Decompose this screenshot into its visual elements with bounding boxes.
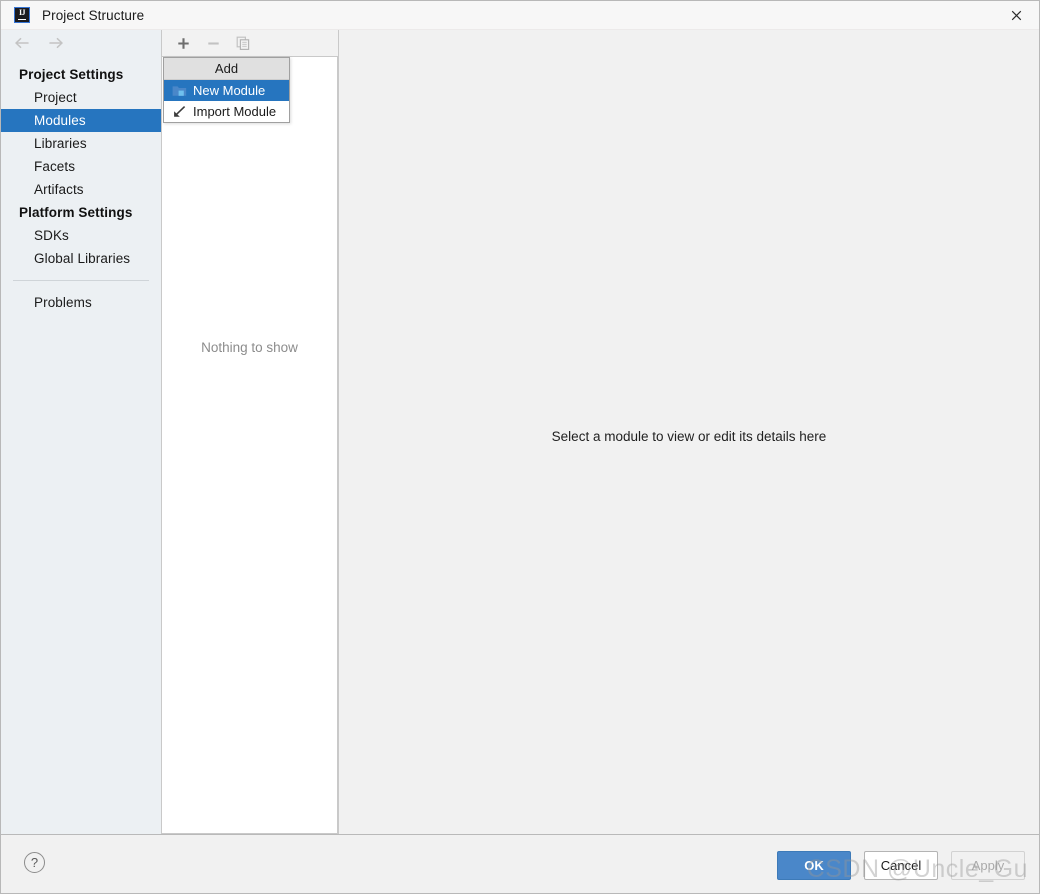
navigation-bar <box>1 30 161 56</box>
modules-list-panel[interactable]: Nothing to show <box>162 56 338 834</box>
minus-icon <box>205 35 222 52</box>
settings-sidebar: Project Settings Project Modules Librari… <box>1 30 162 834</box>
add-popup-menu: Add New Module Import Module <box>163 57 290 123</box>
sidebar-item-global-libraries[interactable]: Global Libraries <box>1 247 161 270</box>
window-title: Project Structure <box>42 7 145 23</box>
sidebar-group-platform-settings: Platform Settings <box>19 205 133 220</box>
sidebar-group-project-settings: Project Settings <box>19 67 124 82</box>
module-detail-panel: Select a module to view or edit its deta… <box>338 30 1039 834</box>
cancel-button[interactable]: Cancel <box>864 851 938 880</box>
sidebar-list: Project Settings Project Modules Librari… <box>1 63 161 314</box>
sidebar-item-facets[interactable]: Facets <box>1 155 161 178</box>
arrow-right-icon[interactable] <box>46 36 64 50</box>
sidebar-item-problems[interactable]: Problems <box>1 291 161 314</box>
ok-button[interactable]: OK <box>777 851 851 880</box>
detail-placeholder-message: Select a module to view or edit its deta… <box>551 429 827 444</box>
plus-icon[interactable] <box>175 35 192 52</box>
menu-item-new-module[interactable]: New Module <box>164 80 289 101</box>
modules-toolbar <box>162 30 338 56</box>
menu-item-label: Import Module <box>193 104 277 119</box>
sidebar-item-project[interactable]: Project <box>1 86 161 109</box>
footer-button-group: OK Cancel Apply <box>777 851 1025 880</box>
sidebar-item-sdks[interactable]: SDKs <box>1 224 161 247</box>
add-menu-title: Add <box>164 58 289 80</box>
new-module-folder-icon <box>171 83 187 99</box>
copy-icon <box>235 35 252 52</box>
menu-item-import-module[interactable]: Import Module <box>164 101 289 122</box>
close-icon[interactable] <box>993 1 1039 29</box>
dialog-footer: ? OK Cancel Apply <box>1 834 1039 893</box>
sidebar-divider <box>13 280 149 281</box>
help-button[interactable]: ? <box>24 852 45 873</box>
intellij-idea-icon <box>14 7 30 23</box>
import-arrow-icon <box>171 104 187 120</box>
project-structure-dialog: Project Structure <box>0 0 1040 894</box>
modules-list-column: Nothing to show <box>162 30 338 834</box>
dialog-content: Project Settings Project Modules Librari… <box>1 30 1039 834</box>
empty-state-label: Nothing to show <box>201 340 298 355</box>
title-bar: Project Structure <box>1 1 1039 30</box>
arrow-left-icon[interactable] <box>13 36 31 50</box>
apply-button: Apply <box>951 851 1025 880</box>
sidebar-item-modules[interactable]: Modules <box>1 109 161 132</box>
menu-item-label: New Module <box>193 83 266 98</box>
sidebar-item-artifacts[interactable]: Artifacts <box>1 178 161 201</box>
sidebar-item-libraries[interactable]: Libraries <box>1 132 161 155</box>
